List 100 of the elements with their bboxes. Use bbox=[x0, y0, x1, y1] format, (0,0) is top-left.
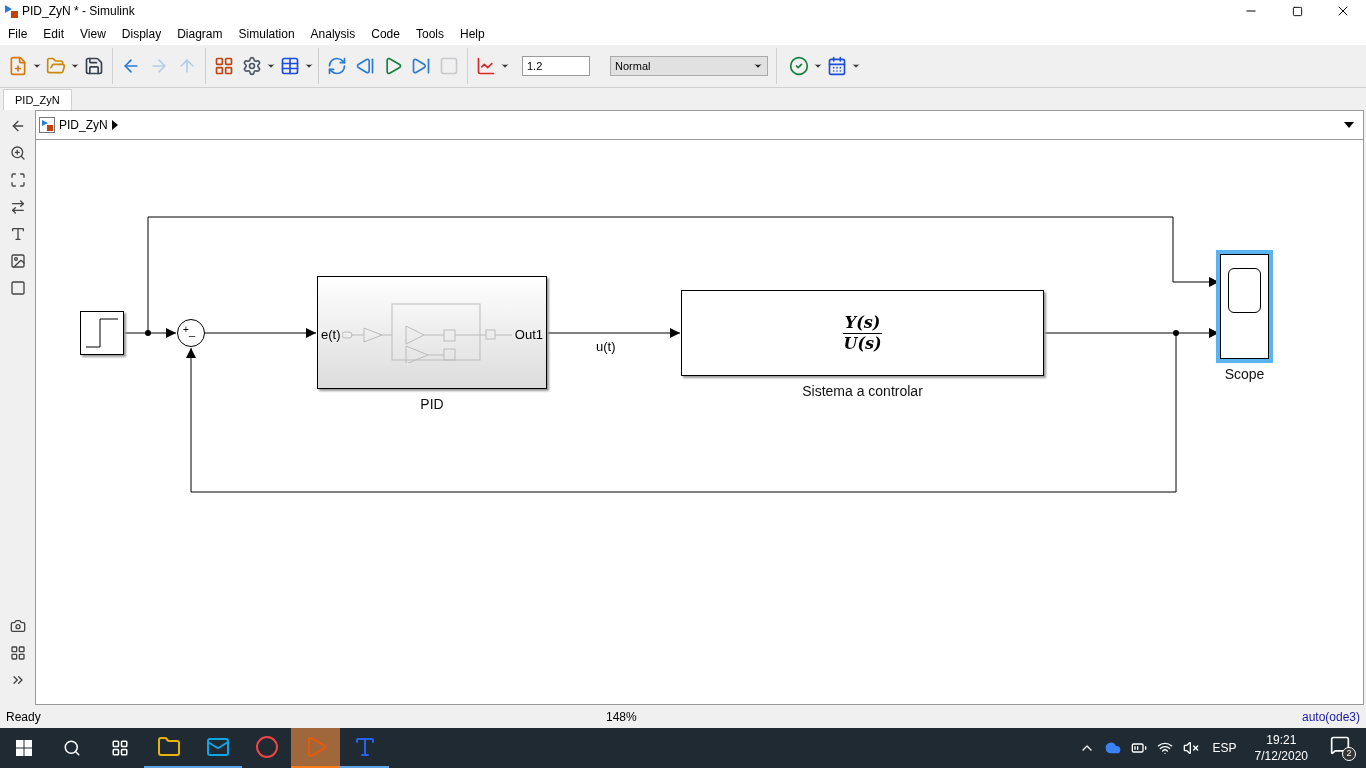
stop-time-field[interactable]: 1.2 bbox=[522, 56, 590, 76]
dropdown-arrow-icon[interactable] bbox=[1344, 122, 1354, 128]
search-icon bbox=[63, 739, 81, 757]
step-block[interactable] bbox=[80, 311, 124, 355]
menu-item[interactable]: Display bbox=[113, 24, 170, 43]
fit-view-button[interactable] bbox=[9, 172, 26, 188]
port-label: Out1 bbox=[514, 326, 543, 344]
annotation-button[interactable] bbox=[9, 226, 26, 242]
menu-item[interactable]: File bbox=[0, 24, 36, 43]
restore-icon bbox=[1291, 5, 1303, 17]
clock[interactable]: 19:21 7/12/2020 bbox=[1250, 732, 1312, 764]
camera-icon bbox=[9, 618, 26, 634]
denominator: U(s) bbox=[842, 333, 883, 354]
signal-viewer-icon bbox=[476, 56, 496, 76]
menu-item[interactable]: Code bbox=[363, 24, 408, 43]
breadcrumb[interactable]: PID_ZyN bbox=[39, 116, 118, 134]
solver-text: auto(ode3) bbox=[1301, 708, 1360, 726]
simulation-mode-dropdown[interactable]: Normal bbox=[610, 56, 768, 76]
date-text: 7/12/2020 bbox=[1254, 748, 1308, 764]
model-explorer-icon bbox=[280, 56, 300, 76]
volume-muted-icon[interactable] bbox=[1182, 740, 1199, 756]
sum-block[interactable]: +_ bbox=[177, 319, 205, 347]
explorer-bar-icon bbox=[9, 645, 26, 661]
caret-icon[interactable] bbox=[813, 61, 823, 71]
stop-icon bbox=[439, 56, 459, 76]
library-icon bbox=[214, 56, 234, 76]
run-icon bbox=[383, 56, 403, 76]
notifications-icon bbox=[1330, 735, 1350, 755]
model-icon bbox=[39, 117, 55, 133]
wifi-icon[interactable] bbox=[1156, 740, 1173, 756]
zoom-icon bbox=[9, 145, 26, 161]
block-label: Scope bbox=[1224, 365, 1265, 384]
camera-button[interactable] bbox=[9, 618, 26, 634]
pid-subsystem-block[interactable]: e(t) Out1 bbox=[317, 276, 547, 389]
transfer-function-block[interactable]: Y(s) U(s) bbox=[681, 290, 1044, 376]
check-icon bbox=[789, 56, 809, 76]
image-button[interactable] bbox=[9, 253, 26, 269]
simulink-logo-icon bbox=[4, 4, 18, 18]
notifications-button[interactable]: 2 bbox=[1330, 735, 1356, 761]
step-icon bbox=[86, 318, 118, 348]
cloud-icon[interactable] bbox=[1104, 740, 1121, 756]
window-title: PID_ZyN * - Simulink bbox=[22, 3, 135, 20]
menu-item[interactable]: Edit bbox=[35, 24, 73, 43]
notification-count: 2 bbox=[1342, 747, 1356, 761]
block-label: PID bbox=[420, 395, 444, 414]
breadcrumb-label: PID_ZyN bbox=[59, 117, 108, 134]
language-indicator[interactable]: ESP bbox=[1208, 739, 1241, 757]
timing-icon bbox=[827, 56, 847, 76]
signal-line[interactable] bbox=[204, 328, 317, 338]
task-view-icon bbox=[111, 739, 129, 757]
junction-dot bbox=[1173, 330, 1179, 336]
folder-icon bbox=[46, 56, 66, 76]
battery-icon[interactable] bbox=[1130, 740, 1147, 756]
minus-sign: _ bbox=[189, 326, 196, 337]
plus-sign: + bbox=[183, 325, 189, 335]
caret-icon[interactable] bbox=[851, 61, 861, 71]
signal-line[interactable] bbox=[546, 328, 681, 338]
model-tab[interactable]: PID_ZyN bbox=[3, 89, 72, 110]
port-label: e(t) bbox=[321, 326, 341, 344]
mail-icon bbox=[205, 735, 230, 759]
settings-icon bbox=[242, 56, 262, 76]
browser-icon bbox=[254, 735, 279, 759]
menu-item[interactable]: Help bbox=[451, 24, 493, 43]
refresh-icon bbox=[327, 56, 347, 76]
fit-view-icon bbox=[9, 172, 26, 188]
caret-icon[interactable] bbox=[70, 61, 80, 71]
scope-screen-icon bbox=[1228, 268, 1261, 313]
menu-item[interactable]: View bbox=[72, 24, 114, 43]
windows-logo-icon bbox=[16, 740, 32, 756]
status-text: Ready bbox=[6, 708, 42, 726]
menu-item[interactable]: Simulation bbox=[230, 24, 303, 43]
diagram-canvas[interactable]: +_ e(t) Out1 PID Y(s) U(s) Sistema a controlar Scope u(t) bbox=[36, 140, 1363, 704]
menu-item[interactable]: Tools bbox=[407, 24, 452, 43]
area-icon bbox=[9, 280, 26, 296]
junction-dot bbox=[145, 330, 151, 336]
annotation-icon bbox=[9, 226, 26, 242]
explorer-bar-button[interactable] bbox=[9, 645, 26, 661]
caret-icon[interactable] bbox=[32, 61, 42, 71]
image-icon bbox=[9, 253, 26, 269]
block-label: Sistema a controlar bbox=[802, 382, 923, 401]
step-forward-icon bbox=[411, 56, 431, 76]
save-icon bbox=[84, 56, 104, 76]
caret-icon[interactable] bbox=[266, 61, 276, 71]
caret-icon[interactable] bbox=[304, 61, 314, 71]
numerator: Y(s) bbox=[842, 312, 883, 334]
signal-label: u(t) bbox=[596, 338, 616, 356]
caret-icon bbox=[753, 61, 763, 71]
arrows-button[interactable] bbox=[9, 199, 26, 215]
arrows-icon bbox=[9, 199, 26, 215]
menu-item[interactable]: Analysis bbox=[302, 24, 364, 43]
zoom-level: 148% bbox=[606, 708, 637, 726]
expand-arrow-icon bbox=[111, 120, 118, 130]
new-model-icon bbox=[8, 56, 28, 76]
time-text: 19:21 bbox=[1266, 732, 1297, 748]
step-back-icon bbox=[355, 56, 375, 76]
zoom-button[interactable] bbox=[9, 145, 26, 161]
menu-item[interactable]: Diagram bbox=[169, 24, 231, 43]
area-button[interactable] bbox=[9, 280, 26, 296]
signal-line[interactable] bbox=[123, 328, 177, 338]
caret-icon[interactable] bbox=[500, 61, 510, 71]
